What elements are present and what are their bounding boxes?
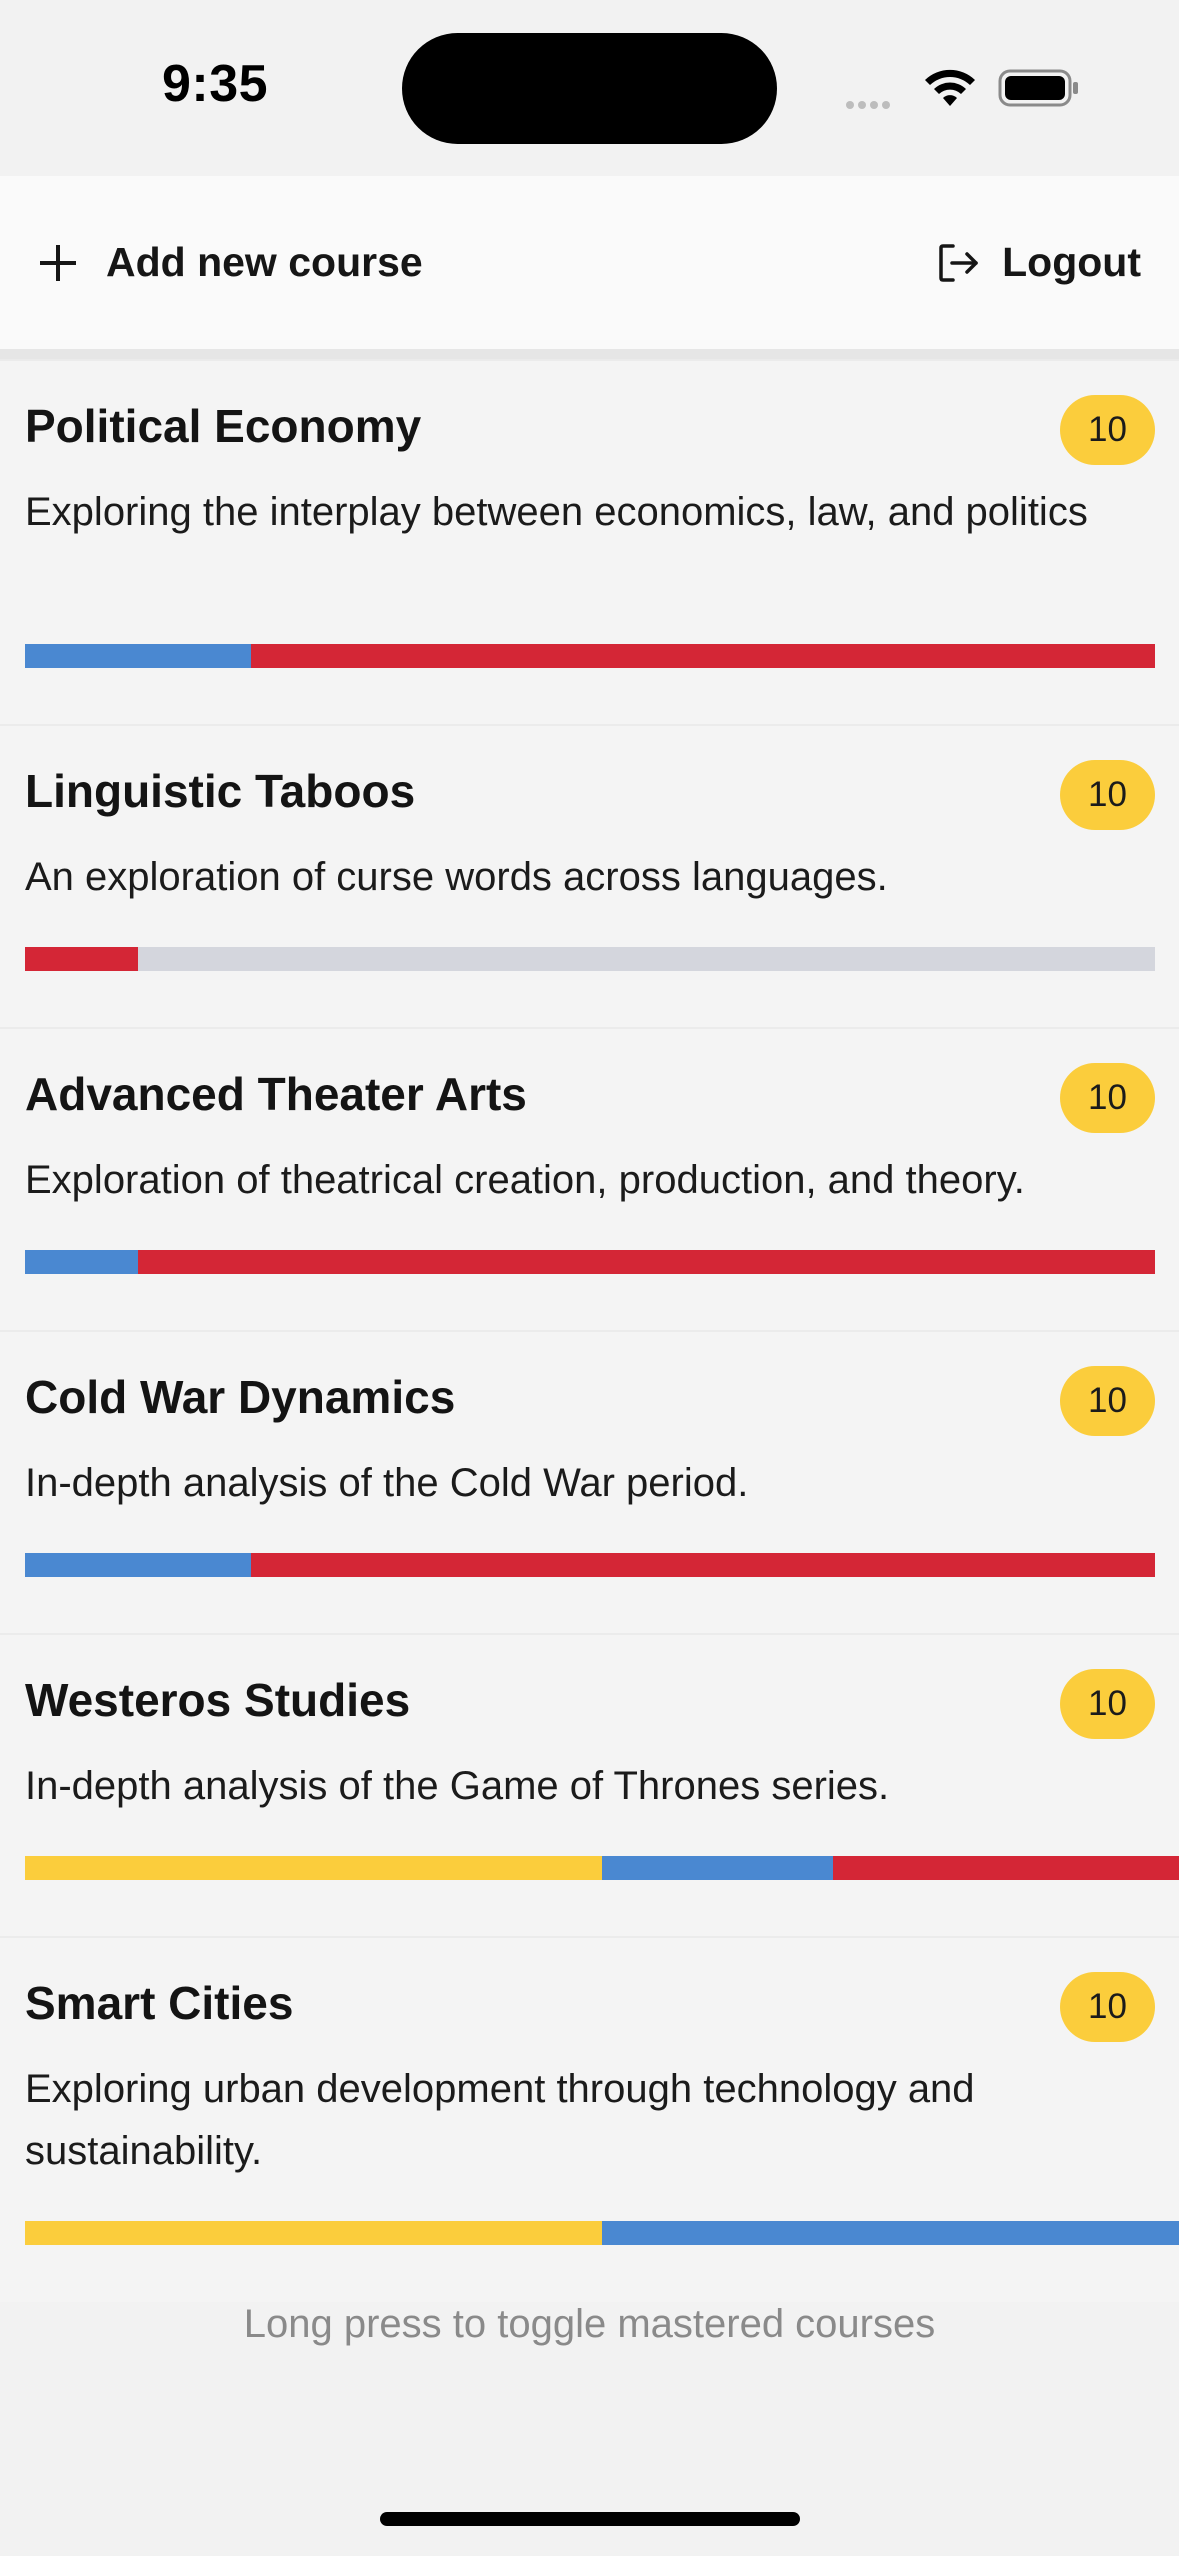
course-title: Cold War Dynamics <box>25 1371 456 1423</box>
wifi-icon <box>925 69 975 106</box>
home-indicator[interactable] <box>380 2512 800 2526</box>
progress-segment-gray <box>138 947 1155 971</box>
course-title: Advanced Theater Arts <box>25 1068 527 1120</box>
add-course-label: Add new course <box>106 239 423 285</box>
progress-segment-yellow <box>25 1856 602 1880</box>
mastered-toggle-hint: Long press to toggle mastered courses <box>243 2302 936 2346</box>
course-description: Exploring urban development through tech… <box>25 2067 975 2173</box>
dynamic-island <box>402 33 777 144</box>
progress-segment-blue <box>602 2221 1179 2245</box>
progress-segment-red <box>832 1856 1179 1880</box>
progress-segment-blue <box>25 644 251 668</box>
course-progress-bar <box>25 1553 1155 1577</box>
course-title: Political Economy <box>25 400 422 452</box>
progress-segment-red <box>138 1250 1155 1274</box>
progress-segment-blue <box>25 1553 251 1577</box>
course-description: In-depth analysis of the Cold War period… <box>25 1461 749 1505</box>
course-progress-bar <box>25 1856 1179 1880</box>
course-count-badge: 10 <box>1060 1063 1155 1133</box>
course-card[interactable]: Advanced Theater Arts 10 Exploration of … <box>0 1027 1179 1330</box>
progress-segment-red <box>25 947 138 971</box>
top-toolbar: Add new course Logout <box>0 176 1179 349</box>
add-course-button[interactable]: Add new course <box>40 176 423 349</box>
course-title: Linguistic Taboos <box>25 765 416 817</box>
plus-icon <box>40 244 76 281</box>
course-progress-bar <box>25 947 1155 971</box>
course-description: Exploring the interplay between economic… <box>25 490 1088 534</box>
course-card[interactable]: Linguistic Taboos 10 An exploration of c… <box>0 724 1179 1027</box>
course-title: Smart Cities <box>25 1977 294 2029</box>
course-progress-bar <box>25 2221 1179 2245</box>
cellular-signal-icon <box>846 96 894 114</box>
course-count-badge: 10 <box>1060 1669 1155 1739</box>
course-count-badge: 10 <box>1060 1366 1155 1436</box>
course-card[interactable]: Cold War Dynamics 10 In-depth analysis o… <box>0 1330 1179 1633</box>
course-card[interactable]: Smart Cities 10 Exploring urban developm… <box>0 1936 1179 2302</box>
course-card[interactable]: Westeros Studies 10 In-depth analysis of… <box>0 1633 1179 1936</box>
progress-segment-red <box>251 1553 1155 1577</box>
status-time: 9:35 <box>161 55 269 113</box>
course-count-badge: 10 <box>1060 1972 1155 2042</box>
course-count-badge: 10 <box>1060 760 1155 830</box>
course-description: In-depth analysis of the Game of Thrones… <box>25 1764 890 1808</box>
progress-segment-red <box>251 644 1155 668</box>
course-title: Westeros Studies <box>25 1674 411 1726</box>
course-count-badge: 10 <box>1060 395 1155 465</box>
status-bar: 9:35 <box>0 0 1179 176</box>
screen: 9:35 Add new course Logout Political Eco… <box>0 0 1179 2556</box>
progress-segment-yellow <box>25 2221 602 2245</box>
battery-icon <box>998 69 1078 107</box>
logout-button[interactable]: Logout <box>938 176 1141 349</box>
progress-segment-blue <box>25 1250 138 1274</box>
course-description: An exploration of curse words across lan… <box>25 855 888 899</box>
course-progress-bar <box>25 1250 1155 1274</box>
course-progress-bar <box>25 644 1155 668</box>
course-card[interactable]: Political Economy 10 Exploring the inter… <box>0 359 1179 724</box>
logout-icon <box>939 243 978 282</box>
progress-segment-blue <box>602 1856 833 1880</box>
course-description: Exploration of theatrical creation, prod… <box>25 1158 1025 1202</box>
logout-label: Logout <box>1002 239 1141 285</box>
header-divider <box>0 349 1179 359</box>
